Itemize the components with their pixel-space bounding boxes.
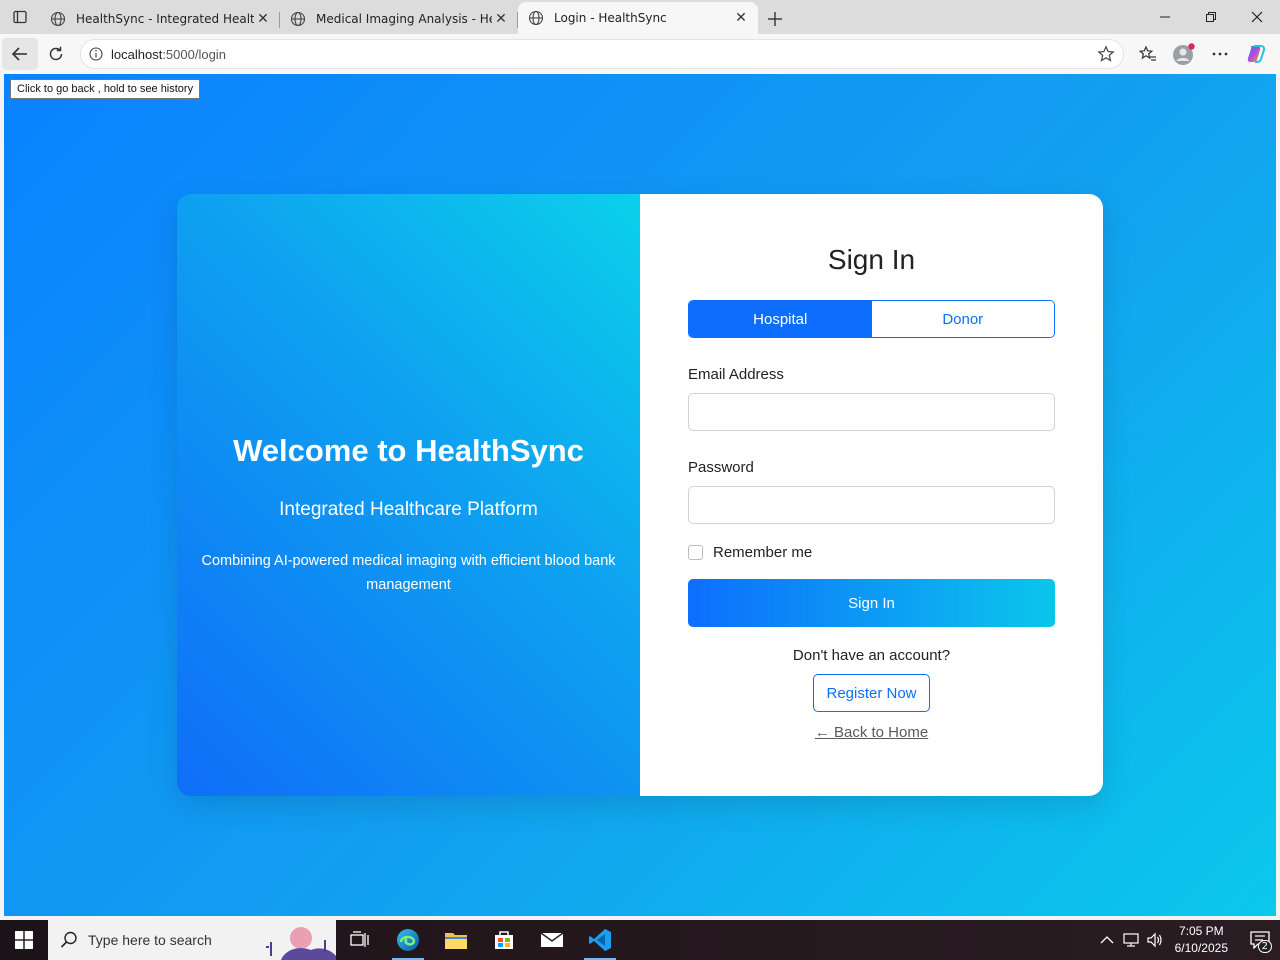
windows-logo-icon <box>15 931 33 949</box>
site-info-icon[interactable] <box>81 47 111 61</box>
favorites-icon <box>1139 45 1156 61</box>
remember-me-checkbox[interactable] <box>688 545 703 560</box>
minimize-button[interactable] <box>1142 0 1188 34</box>
globe-icon <box>528 10 544 26</box>
search-highlight-art-icon <box>266 927 336 960</box>
mail-icon <box>540 932 564 947</box>
copilot-icon <box>1247 45 1266 63</box>
browser-tab-2[interactable]: Medical Imaging Analysis - HealthSync ✕ <box>280 4 518 34</box>
browser-tab-3[interactable]: Login - HealthSync ✕ <box>518 2 758 34</box>
login-card: Welcome to HealthSync Integrated Healthc… <box>177 194 1103 796</box>
password-label: Password <box>688 459 754 476</box>
refresh-icon <box>49 46 63 61</box>
tab-close-icon[interactable]: ✕ <box>492 10 510 28</box>
profile-button[interactable] <box>1166 38 1202 70</box>
favorites-button[interactable] <box>1130 38 1166 70</box>
vscode-icon <box>589 929 611 951</box>
description: Combining AI-powered medical imaging wit… <box>201 553 616 593</box>
edge-icon <box>397 929 419 951</box>
refresh-button[interactable] <box>38 38 74 70</box>
tab-close-icon[interactable]: ✕ <box>254 10 272 28</box>
search-placeholder: Type here to search <box>88 932 212 948</box>
browser-toolbar: localhost:5000/login <box>0 34 1280 74</box>
edge-taskbar-button[interactable] <box>384 920 432 960</box>
clock-date: 6/10/2025 <box>1174 941 1228 955</box>
back-button-tooltip: Click to go back , hold to see history <box>10 79 201 99</box>
globe-icon <box>290 11 306 27</box>
tab-title: Medical Imaging Analysis - HealthSync <box>316 12 492 26</box>
store-taskbar-button[interactable] <box>480 920 528 960</box>
restore-button[interactable] <box>1188 0 1234 34</box>
vscode-taskbar-button[interactable] <box>576 920 624 960</box>
avatar-icon <box>1173 43 1195 65</box>
back-button[interactable] <box>2 38 38 70</box>
file-explorer-taskbar-button[interactable] <box>432 920 480 960</box>
search-icon <box>60 931 77 948</box>
system-tray: 7:05 PM 6/10/2025 2 <box>1095 920 1280 960</box>
taskbar-search[interactable]: Type here to search <box>48 920 336 960</box>
more-options-button[interactable] <box>1202 38 1238 70</box>
notifications-button[interactable]: 2 <box>1240 920 1280 960</box>
taskbar: Type here to search 7:05 PM 6/10/2025 2 <box>0 920 1280 960</box>
welcome-panel: Welcome to HealthSync Integrated Healthc… <box>177 194 640 796</box>
network-icon[interactable] <box>1119 932 1143 948</box>
no-account-text: Don't have an account? <box>792 647 951 664</box>
toolbar-right-actions <box>1130 38 1274 70</box>
tagline: Integrated Healthcare Platform <box>279 499 538 520</box>
favorite-star-icon[interactable] <box>1097 45 1115 67</box>
start-button[interactable] <box>0 920 48 960</box>
page-viewport: Click to go back , hold to see history W… <box>4 74 1276 916</box>
task-view-icon <box>350 931 369 947</box>
tab-actions-button[interactable] <box>0 0 40 34</box>
restore-icon <box>1206 12 1216 22</box>
tab-actions-icon <box>13 10 27 24</box>
globe-icon <box>50 11 66 27</box>
close-icon <box>1251 11 1263 23</box>
close-window-button[interactable] <box>1234 0 1280 34</box>
signin-button[interactable]: Sign In <box>688 579 1055 627</box>
tab-title: HealthSync - Integrated Healthcare <box>76 12 254 26</box>
remember-me-label[interactable]: Remember me <box>713 544 812 561</box>
welcome-title: Welcome to HealthSync <box>233 433 584 468</box>
mail-taskbar-button[interactable] <box>528 920 576 960</box>
clock[interactable]: 7:05 PM 6/10/2025 <box>1175 923 1228 957</box>
email-field[interactable] <box>688 393 1055 431</box>
clock-time: 7:05 PM <box>1178 924 1224 938</box>
address-bar[interactable]: localhost:5000/login <box>80 39 1124 69</box>
ellipsis-icon <box>1212 52 1228 56</box>
plus-icon <box>768 12 782 26</box>
minimize-icon <box>1160 16 1170 18</box>
url-text: localhost:5000/login <box>111 46 226 62</box>
notification-count-badge: 2 <box>1257 940 1272 953</box>
signin-title: Sign In <box>827 244 916 275</box>
volume-icon[interactable] <box>1143 932 1167 948</box>
tab-title: Login - HealthSync <box>554 11 667 25</box>
email-label: Email Address <box>688 366 784 383</box>
register-button[interactable]: Register Now <box>813 674 930 712</box>
signin-panel: Sign In Hospital Donor Email Address Pas… <box>640 194 1103 796</box>
chevron-up-icon <box>1100 936 1114 944</box>
store-icon <box>495 931 513 949</box>
tab-close-icon[interactable]: ✕ <box>732 9 750 27</box>
window-controls <box>1142 0 1280 34</box>
role-toggle: Hospital Donor <box>688 300 1055 338</box>
role-hospital-button[interactable]: Hospital <box>689 301 872 337</box>
back-to-home-link[interactable]: ← Back to Home <box>688 724 1055 741</box>
copilot-button[interactable] <box>1238 38 1274 70</box>
role-donor-button[interactable]: Donor <box>871 301 1054 337</box>
remember-me-row: Remember me <box>688 544 1055 561</box>
browser-tab-1[interactable]: HealthSync - Integrated Healthcare ✕ <box>40 4 280 34</box>
browser-tab-strip: HealthSync - Integrated Healthcare ✕ Med… <box>0 0 1280 34</box>
new-tab-button[interactable] <box>758 4 792 34</box>
show-hidden-icons-button[interactable] <box>1095 935 1119 945</box>
folder-icon <box>445 933 467 949</box>
register-wrap: Register Now <box>688 674 1055 712</box>
arrow-left-icon <box>11 47 27 61</box>
task-view-button[interactable] <box>336 920 384 960</box>
password-field[interactable] <box>688 486 1055 524</box>
